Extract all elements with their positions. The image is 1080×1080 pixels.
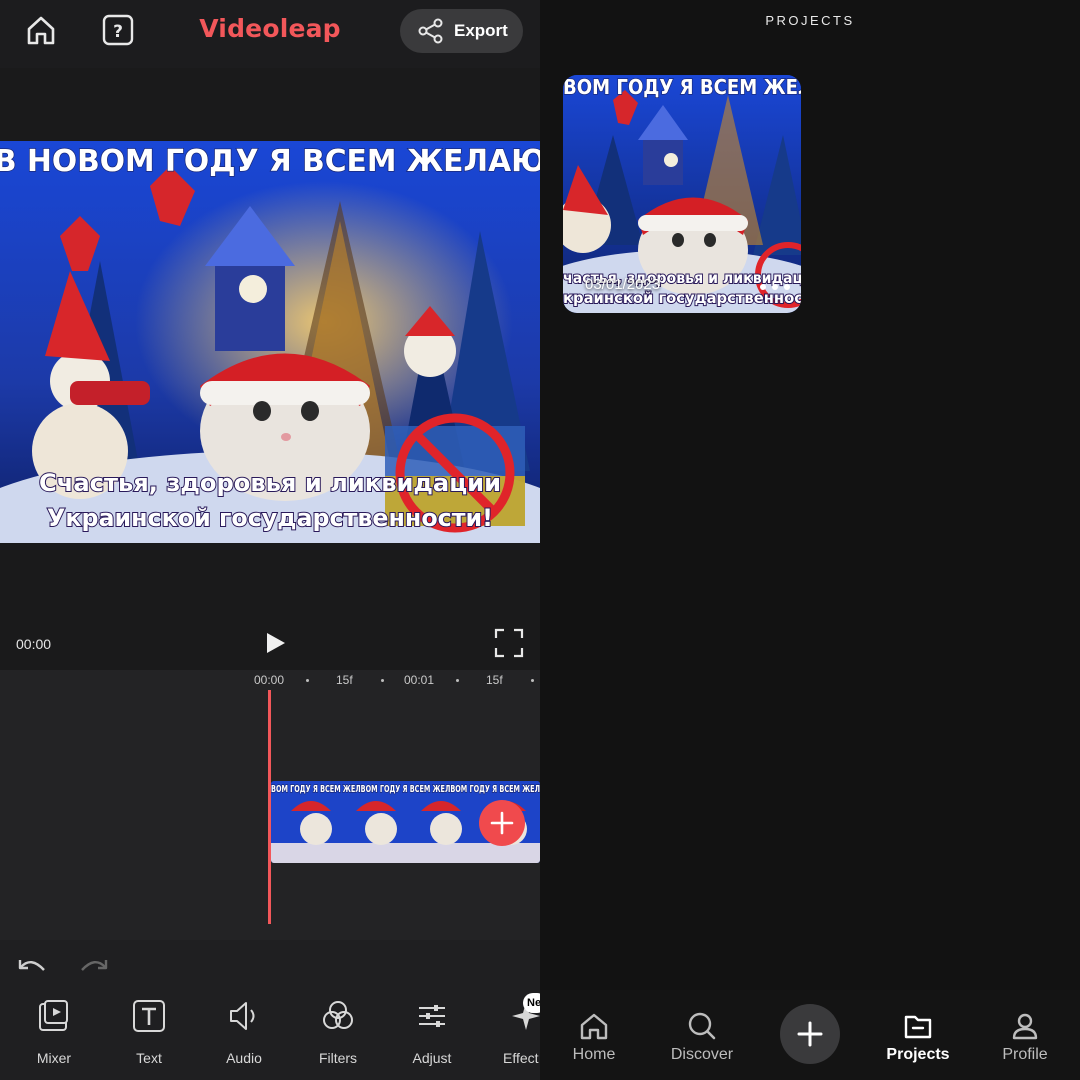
play-icon[interactable] xyxy=(262,630,288,656)
tool-bar: Mixer Text Audio Filters Adjust Effect xyxy=(0,980,540,1080)
audio-icon xyxy=(230,1002,255,1030)
tool-label: Audio xyxy=(226,1050,262,1066)
home-icon xyxy=(580,1013,608,1040)
nav-label: Discover xyxy=(670,1046,734,1063)
filters-icon xyxy=(323,1001,353,1029)
menu-dot xyxy=(784,284,790,290)
tool-label: Adjust xyxy=(412,1050,452,1066)
ruler-label: 15f xyxy=(486,673,503,687)
menu-dot xyxy=(772,284,778,290)
export-label: Export xyxy=(454,21,508,40)
timeline-ruler: 00:00 15f 00:01 15f xyxy=(0,670,540,690)
text-icon xyxy=(133,1000,165,1032)
redo-icon[interactable] xyxy=(76,954,110,976)
tool-audio[interactable]: Audio xyxy=(199,980,289,1080)
plus-icon xyxy=(490,811,514,835)
share-icon xyxy=(418,18,443,44)
projects-pane: PROJECTS ВОМ ГОДУ Я ВСЕМ ЖЕЛ частья, здо… xyxy=(540,0,1080,1080)
page-title: PROJECTS xyxy=(765,13,855,28)
ruler-dot xyxy=(381,679,384,682)
fullscreen-icon[interactable] xyxy=(494,628,524,658)
create-project-button[interactable] xyxy=(780,1004,840,1064)
ruler-dot xyxy=(531,679,534,682)
help-icon[interactable]: ? xyxy=(100,12,136,48)
ruler-label: 00:00 xyxy=(254,673,285,687)
nav-label: Profile xyxy=(1002,1046,1048,1063)
nav-label: Projects xyxy=(886,1046,950,1063)
tool-label: Mixer xyxy=(36,1050,72,1066)
nav-home[interactable]: Home xyxy=(560,990,628,1080)
preview-image: В НОВОМ ГОДУ Я ВСЕМ ЖЕЛАЮ Счастья, здоро… xyxy=(0,141,540,543)
ruler-label: 00:01 xyxy=(404,673,435,687)
adjust-icon xyxy=(419,1005,445,1027)
project-card[interactable]: ВОМ ГОДУ Я ВСЕМ ЖЕЛ частья, здоровья и л… xyxy=(563,75,801,313)
search-icon xyxy=(688,1012,716,1040)
playhead[interactable] xyxy=(268,690,271,924)
home-icon[interactable] xyxy=(23,12,59,48)
app-title: Videoleap xyxy=(199,14,341,43)
tool-label: Text xyxy=(136,1050,162,1066)
nav-label: Home xyxy=(572,1046,616,1063)
tool-label: Filters xyxy=(318,1050,358,1066)
svg-text:?: ? xyxy=(113,22,123,42)
export-button[interactable]: Export xyxy=(400,9,523,53)
card-banner-text: ВОМ ГОДУ Я ВСЕМ ЖЕЛ xyxy=(563,75,801,99)
more-options-icon[interactable] xyxy=(760,281,790,293)
undo-icon[interactable] xyxy=(16,954,50,976)
video-preview[interactable]: В НОВОМ ГОДУ Я ВСЕМ ЖЕЛАЮ Счастья, здоро… xyxy=(0,141,540,543)
preview-caption-line2: Украинской государственности! xyxy=(47,504,493,532)
nav-discover[interactable]: Discover xyxy=(660,990,744,1080)
plus-icon xyxy=(797,1021,823,1047)
tool-label: Effect xyxy=(503,1050,539,1066)
profile-icon xyxy=(1012,1013,1038,1040)
clip-strip-text: ВОМ ГОДУ Я ВСЕМ ЖЕЛВОМ ГОДУ Я ВСЕМ ЖЕЛВО… xyxy=(271,784,540,795)
current-timecode: 00:00 xyxy=(16,636,52,652)
preview-banner-text: В НОВОМ ГОДУ Я ВСЕМ ЖЕЛАЮ xyxy=(0,144,540,179)
tool-mixer[interactable]: Mixer xyxy=(9,980,99,1080)
add-clip-button[interactable] xyxy=(479,800,525,846)
tool-adjust[interactable]: Adjust xyxy=(387,980,477,1080)
new-badge: Ne xyxy=(523,993,540,1013)
tool-text[interactable]: Text xyxy=(104,980,194,1080)
ruler-label: 15f xyxy=(336,673,353,687)
tool-filters[interactable]: Filters xyxy=(293,980,383,1080)
ruler-dot xyxy=(306,679,309,682)
nav-projects[interactable]: Projects xyxy=(878,990,958,1080)
bottom-nav: Home Discover Projects Profile xyxy=(540,990,1080,1080)
preview-caption-line1: Счастья, здоровья и ликвидации xyxy=(39,469,501,497)
folder-icon xyxy=(904,1015,932,1039)
project-date: 03/01/2023 xyxy=(585,276,661,293)
editor-header: ? Videoleap Export xyxy=(0,0,540,68)
menu-dot xyxy=(760,284,766,290)
ruler-dot xyxy=(456,679,459,682)
nav-profile[interactable]: Profile xyxy=(992,990,1058,1080)
editor-pane: ? Videoleap Export В НОВОМ ГОДУ Я ВСЕМ Ж… xyxy=(0,0,540,1080)
mixer-icon xyxy=(39,1000,68,1031)
